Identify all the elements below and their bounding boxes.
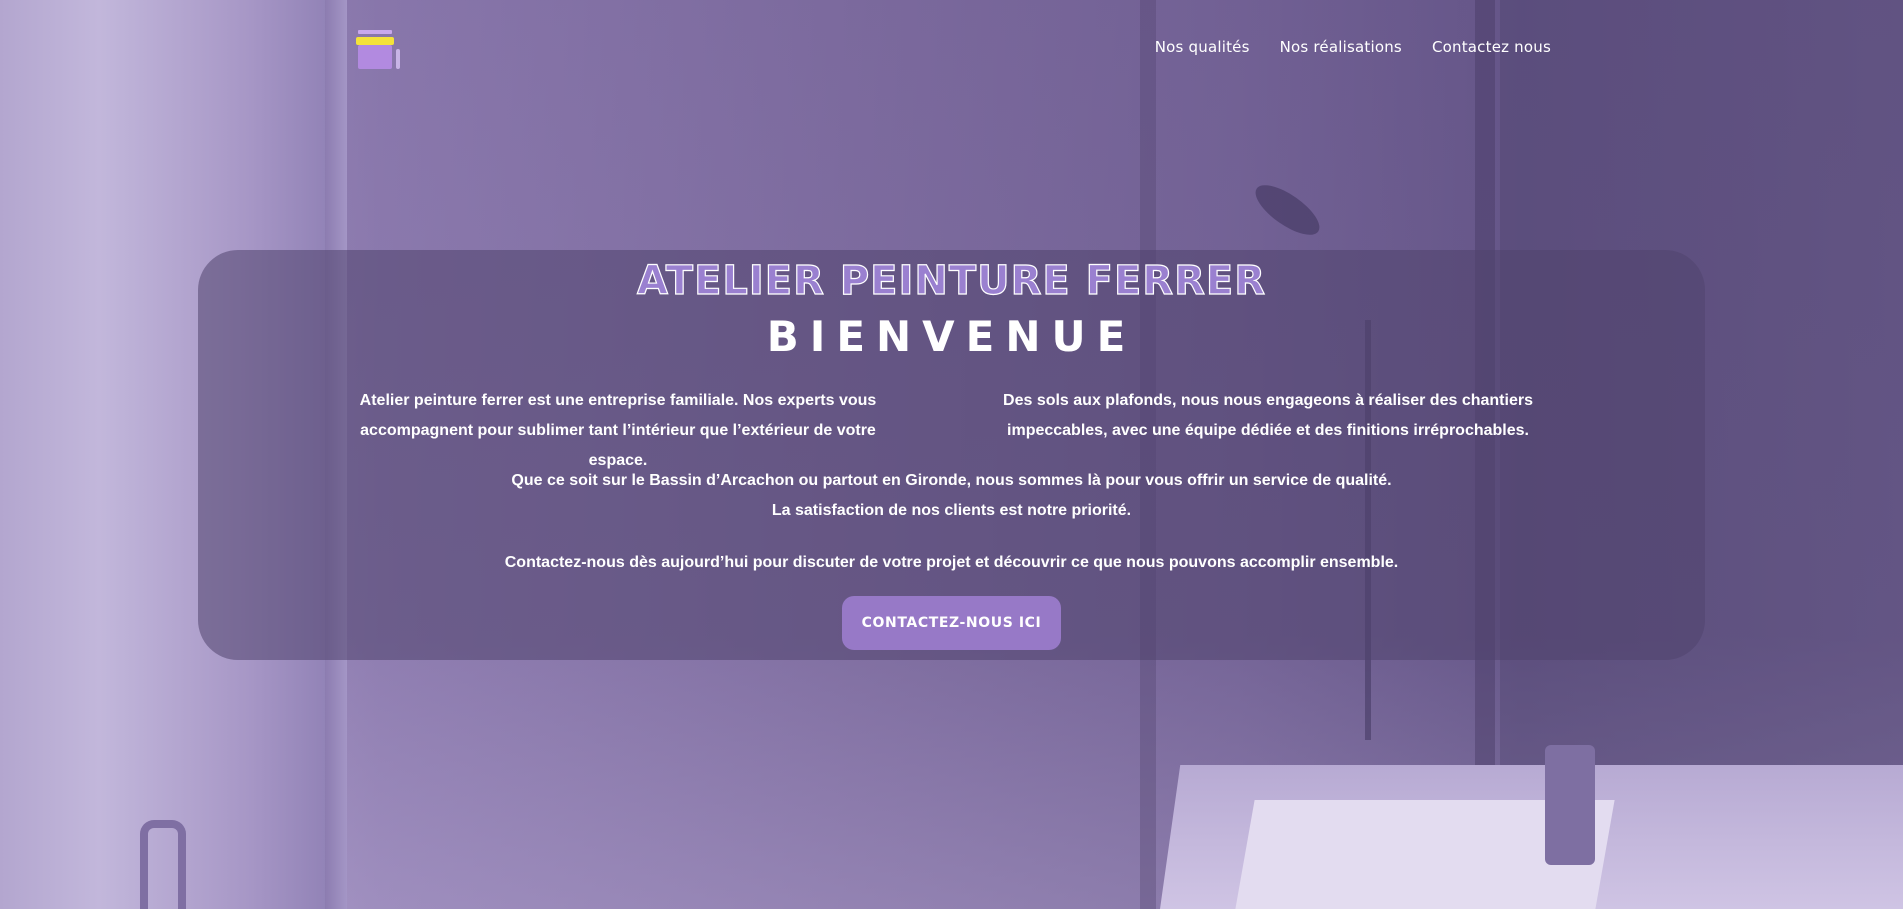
nav-item-contact[interactable]: Contactez nous <box>1432 38 1551 56</box>
hero-title: ATELIER PEINTURE FERRER <box>636 257 1267 304</box>
site-header: Nos qualités Nos réalisations Contactez … <box>0 0 1903 100</box>
brush-icon <box>396 49 400 69</box>
hero-card: ATELIER PEINTURE FERRER BIENVENUE Atelie… <box>198 250 1705 660</box>
region-text: Que ce soit sur le Bassin d’Arcachon ou … <box>198 466 1705 526</box>
region-line-2: La satisfaction de nos clients est notre… <box>771 502 1132 519</box>
faucet <box>1545 745 1595 865</box>
logo-tag <box>358 30 392 34</box>
contact-cta-button[interactable]: CONTACTEZ-NOUS ICI <box>842 596 1061 650</box>
nav-item-qualites[interactable]: Nos qualités <box>1155 38 1250 56</box>
logo-lid <box>356 37 394 45</box>
intro-right-paragraph: Des sols aux plafonds, nous nous engageo… <box>1003 392 1533 439</box>
region-line-1: Que ce soit sur le Bassin d’Arcachon ou … <box>511 472 1392 489</box>
intro-left-paragraph: Atelier peinture ferrer est une entrepri… <box>359 392 877 469</box>
logo-icon[interactable] <box>352 27 408 73</box>
logo-box <box>358 45 392 69</box>
contact-text: Contactez-nous dès aujourd’hui pour disc… <box>504 554 1399 571</box>
shower-head <box>1248 176 1327 244</box>
main-nav: Nos qualités Nos réalisations Contactez … <box>1155 38 1551 56</box>
nav-item-realisations[interactable]: Nos réalisations <box>1280 38 1402 56</box>
towel-hook <box>140 820 186 909</box>
hero-subtitle: BIENVENUE <box>766 312 1137 361</box>
